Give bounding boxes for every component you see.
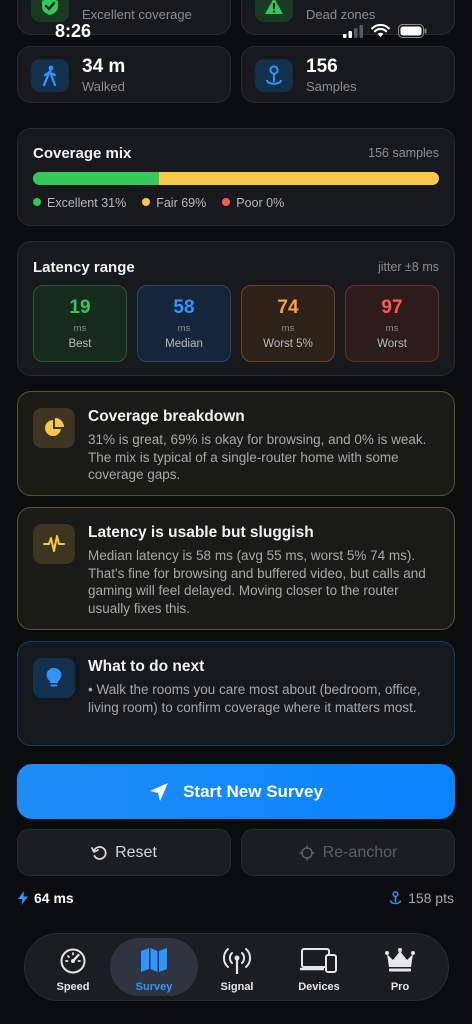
- latency-worst-value: 97: [381, 297, 403, 318]
- start-new-survey-label: Start New Survey: [183, 781, 323, 801]
- points-readout-value: 158 pts: [408, 890, 454, 906]
- reanchor-label: Re-anchor: [322, 843, 398, 861]
- latency-tile-median: 58 ms Median: [137, 285, 231, 362]
- latency-range-card: Latency range jitter ±8 ms 19 ms Best 58…: [17, 241, 455, 376]
- coverage-mix-card: Coverage mix 156 samples Excellent 31% F…: [17, 128, 455, 226]
- walked-value: 34 m: [82, 56, 126, 77]
- tab-speed-label: Speed: [56, 981, 90, 993]
- tab-pro-label: Pro: [390, 981, 410, 993]
- wifi-icon: [371, 24, 390, 37]
- samples-card: 156 Samples: [241, 46, 455, 103]
- samples-label: Samples: [306, 79, 357, 94]
- coverage-breakdown-text: 31% is great, 69% is okay for browsing, …: [88, 432, 427, 482]
- walking-person-icon: [31, 59, 69, 92]
- checkmark-shield-icon: [31, 0, 69, 22]
- next-steps-title: What to do next: [88, 658, 205, 675]
- reset-icon: [91, 845, 107, 860]
- samples-value: 156: [306, 56, 338, 77]
- coverage-breakdown-card: Coverage breakdown 31% is great, 69% is …: [17, 391, 455, 496]
- warning-icon: [255, 0, 293, 22]
- coverage-mix-bar: [33, 172, 439, 185]
- map-icon: [141, 948, 167, 972]
- legend-fair-label: Fair 69%: [156, 196, 207, 210]
- status-time: 8:26: [55, 21, 92, 41]
- devices-icon: [300, 948, 337, 973]
- pie-chart-icon: [33, 408, 75, 448]
- crown-icon: [385, 948, 415, 972]
- tab-survey-label: Survey: [135, 981, 173, 993]
- tab-signal[interactable]: Signal: [193, 938, 281, 996]
- start-new-survey-button[interactable]: Start New Survey: [17, 764, 455, 819]
- latency-best-value: 19: [69, 297, 91, 318]
- waveform-icon: [33, 524, 75, 564]
- legend-excellent: Excellent 31%: [33, 196, 126, 210]
- latency-range-title: Latency range: [33, 259, 135, 276]
- tab-signal-label: Signal: [220, 981, 254, 993]
- legend-fair: Fair 69%: [142, 196, 206, 210]
- antenna-icon: [222, 948, 252, 974]
- battery-icon: [398, 24, 427, 38]
- latency-worst5-unit: ms: [281, 323, 295, 334]
- latency-worst5-label: Worst 5%: [263, 338, 313, 350]
- excellent-coverage-label: Excellent coverage: [82, 7, 192, 22]
- tab-survey[interactable]: Survey: [110, 938, 198, 996]
- coverage-mix-title: Coverage mix: [33, 145, 132, 162]
- latency-median-unit: ms: [177, 323, 191, 334]
- speedometer-icon: [60, 948, 86, 974]
- latency-tile-best: 19 ms Best: [33, 285, 127, 362]
- reset-button[interactable]: Reset: [17, 829, 231, 876]
- legend-dot-excellent: [33, 198, 41, 206]
- latency-tile-worst5: 74 ms Worst 5%: [241, 285, 335, 362]
- latency-median-label: Median: [165, 338, 203, 350]
- legend-dot-fair: [142, 198, 151, 206]
- status-icons: [343, 24, 427, 38]
- bolt-icon: [18, 891, 28, 905]
- latency-median-value: 58: [173, 297, 195, 318]
- latency-worst5-value: 74: [277, 297, 299, 318]
- coverage-breakdown-title: Coverage breakdown: [88, 408, 245, 425]
- latency-worst-unit: ms: [385, 323, 399, 334]
- excellent-coverage-card: Excellent coverage: [17, 0, 231, 35]
- latency-insight-card: Latency is usable but sluggish Median la…: [17, 507, 455, 630]
- reset-label: Reset: [115, 843, 157, 861]
- cellular-signal-icon: [343, 24, 363, 38]
- walked-label: Walked: [82, 79, 125, 94]
- points-readout: 158 pts: [389, 890, 454, 906]
- dead-zones-label: Dead zones: [306, 7, 376, 22]
- latency-readout-value: 64 ms: [34, 890, 74, 906]
- tab-bar: Speed Survey Signal Devices Pro: [24, 933, 449, 1001]
- latency-tile-worst: 97 ms Worst: [345, 285, 439, 362]
- tab-pro[interactable]: Pro: [356, 938, 444, 996]
- coverage-mix-sample-count: 156 samples: [368, 146, 439, 160]
- latency-worst-label: Worst: [377, 338, 407, 350]
- reanchor-button[interactable]: Re-anchor: [241, 829, 455, 876]
- latency-best-label: Best: [68, 338, 92, 350]
- coverage-legend: Excellent 31% Fair 69% Poor 0%: [33, 196, 284, 210]
- tab-speed[interactable]: Speed: [29, 938, 117, 996]
- latency-best-unit: ms: [73, 323, 87, 334]
- latency-insight-text: Median latency is 58 ms (avg 55 ms, wors…: [88, 548, 426, 616]
- coverage-bar-excellent: [33, 172, 159, 185]
- location-arrow-icon: [150, 782, 169, 801]
- location-pin-icon: [255, 59, 293, 92]
- tab-devices-label: Devices: [298, 981, 340, 993]
- walked-card: 34 m Walked: [17, 46, 231, 103]
- latency-readout: 64 ms: [18, 890, 74, 906]
- location-pin-icon: [389, 891, 402, 905]
- next-steps-card: What to do next • Walk the rooms you car…: [17, 641, 455, 746]
- tab-devices[interactable]: Devices: [275, 938, 363, 996]
- legend-poor-label: Poor 0%: [236, 196, 285, 210]
- legend-dot-poor: [222, 198, 231, 206]
- crosshair-icon: [299, 845, 315, 860]
- latency-insight-title: Latency is usable but sluggish: [88, 524, 314, 541]
- lightbulb-icon: [33, 658, 75, 698]
- next-steps-text: • Walk the rooms you care most about (be…: [88, 682, 421, 715]
- legend-poor: Poor 0%: [222, 196, 284, 210]
- coverage-bar-fair: [158, 172, 439, 185]
- latency-jitter: jitter ±8 ms: [377, 260, 439, 274]
- legend-excellent-label: Excellent 31%: [47, 196, 127, 210]
